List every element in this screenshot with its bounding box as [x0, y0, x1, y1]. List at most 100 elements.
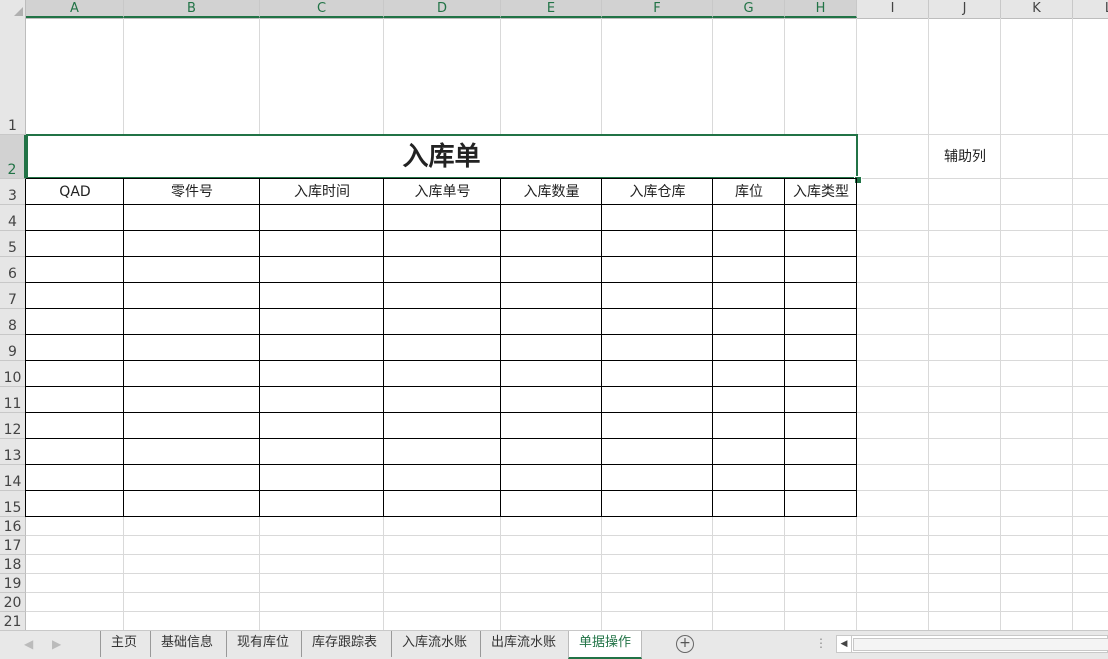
table-cell[interactable] [384, 231, 501, 257]
table-cell[interactable] [26, 335, 124, 361]
column-header-k[interactable]: K [1001, 0, 1073, 18]
row-header-6[interactable]: 6 [0, 257, 26, 283]
table-cell[interactable] [785, 231, 857, 257]
table-cell[interactable] [260, 283, 384, 309]
row-header-14[interactable]: 14 [0, 465, 26, 491]
table-cell[interactable] [602, 387, 713, 413]
table-cell[interactable] [501, 231, 602, 257]
column-header-g[interactable]: G [713, 0, 785, 18]
table-cell[interactable] [602, 439, 713, 465]
table-cell[interactable] [785, 335, 857, 361]
table-cell[interactable] [785, 205, 857, 231]
table-cell[interactable] [124, 231, 260, 257]
table-cell[interactable] [26, 413, 124, 439]
table-cell[interactable] [124, 387, 260, 413]
table-header-cell[interactable]: 入库时间 [260, 179, 384, 205]
table-cell[interactable] [501, 309, 602, 335]
table-cell[interactable] [602, 465, 713, 491]
table-cell[interactable] [260, 257, 384, 283]
column-header-e[interactable]: E [501, 0, 602, 18]
table-header-cell[interactable]: 库位 [713, 179, 785, 205]
table-cell[interactable] [602, 231, 713, 257]
table-cell[interactable] [785, 309, 857, 335]
table-cell[interactable] [384, 491, 501, 517]
table-cell[interactable] [26, 283, 124, 309]
scroll-thumb[interactable] [853, 638, 1108, 651]
table-cell[interactable] [785, 361, 857, 387]
table-cell[interactable] [260, 335, 384, 361]
table-cell[interactable] [124, 309, 260, 335]
table-cell[interactable] [124, 439, 260, 465]
table-cell[interactable] [602, 361, 713, 387]
column-header-a[interactable]: A [26, 0, 124, 18]
column-header-d[interactable]: D [384, 0, 501, 18]
table-header-cell[interactable]: 入库类型 [785, 179, 857, 205]
table-cell[interactable] [713, 257, 785, 283]
next-sheet-icon[interactable]: ▶ [52, 637, 61, 651]
table-cell[interactable] [124, 257, 260, 283]
row-header-12[interactable]: 12 [0, 413, 26, 439]
table-cell[interactable] [713, 231, 785, 257]
table-cell[interactable] [124, 413, 260, 439]
table-cell[interactable] [384, 335, 501, 361]
row-header-1[interactable]: 1 [0, 18, 26, 135]
table-cell[interactable] [713, 361, 785, 387]
table-cell[interactable] [501, 387, 602, 413]
sheet-tab-2[interactable]: 基础信息 [150, 631, 223, 657]
table-cell[interactable] [260, 361, 384, 387]
table-cell[interactable] [713, 439, 785, 465]
table-cell[interactable] [384, 361, 501, 387]
form-title[interactable]: 入库单 [26, 135, 857, 179]
table-cell[interactable] [384, 387, 501, 413]
table-cell[interactable] [384, 283, 501, 309]
table-header-cell[interactable]: 零件号 [124, 179, 260, 205]
table-cell[interactable] [124, 335, 260, 361]
table-cell[interactable] [501, 335, 602, 361]
column-header-c[interactable]: C [260, 0, 384, 18]
sheet-tab-3[interactable]: 现有库位 [226, 631, 299, 657]
table-cell[interactable] [124, 205, 260, 231]
select-all-corner[interactable] [0, 0, 26, 18]
table-cell[interactable] [384, 465, 501, 491]
sheet-tab-6[interactable]: 出库流水账 [480, 631, 566, 657]
table-cell[interactable] [26, 231, 124, 257]
table-cell[interactable] [124, 465, 260, 491]
column-header-l[interactable]: L [1073, 0, 1108, 18]
table-cell[interactable] [26, 257, 124, 283]
table-cell[interactable] [26, 491, 124, 517]
row-header-7[interactable]: 7 [0, 283, 26, 309]
table-cell[interactable] [713, 335, 785, 361]
table-cell[interactable] [260, 205, 384, 231]
row-header-19[interactable]: 19 [0, 574, 26, 593]
table-cell[interactable] [602, 309, 713, 335]
row-header-3[interactable]: 3 [0, 179, 26, 205]
table-cell[interactable] [260, 387, 384, 413]
table-cell[interactable] [785, 465, 857, 491]
table-cell[interactable] [26, 205, 124, 231]
horizontal-scrollbar[interactable]: ◀ [836, 635, 1108, 653]
table-cell[interactable] [26, 439, 124, 465]
column-header-f[interactable]: F [602, 0, 713, 18]
sheet-tab-5[interactable]: 入库流水账 [391, 631, 477, 657]
table-cell[interactable] [26, 465, 124, 491]
table-cell[interactable] [713, 387, 785, 413]
table-cell[interactable] [26, 309, 124, 335]
sheet-tab-7[interactable]: 单据操作 [568, 631, 643, 659]
row-header-2[interactable]: 2 [0, 135, 26, 179]
row-header-18[interactable]: 18 [0, 555, 26, 574]
table-cell[interactable] [713, 491, 785, 517]
table-cell[interactable] [384, 309, 501, 335]
table-header-cell[interactable]: 入库仓库 [602, 179, 713, 205]
table-cell[interactable] [602, 413, 713, 439]
table-cell[interactable] [602, 205, 713, 231]
table-cell[interactable] [124, 491, 260, 517]
helper-column-label[interactable]: 辅助列 [929, 135, 1001, 179]
table-cell[interactable] [501, 465, 602, 491]
table-cell[interactable] [26, 387, 124, 413]
table-cell[interactable] [501, 413, 602, 439]
table-header-cell[interactable]: QAD [26, 179, 124, 205]
prev-sheet-icon[interactable]: ◀ [24, 637, 33, 651]
table-cell[interactable] [713, 309, 785, 335]
table-cell[interactable] [785, 413, 857, 439]
table-cell[interactable] [384, 205, 501, 231]
